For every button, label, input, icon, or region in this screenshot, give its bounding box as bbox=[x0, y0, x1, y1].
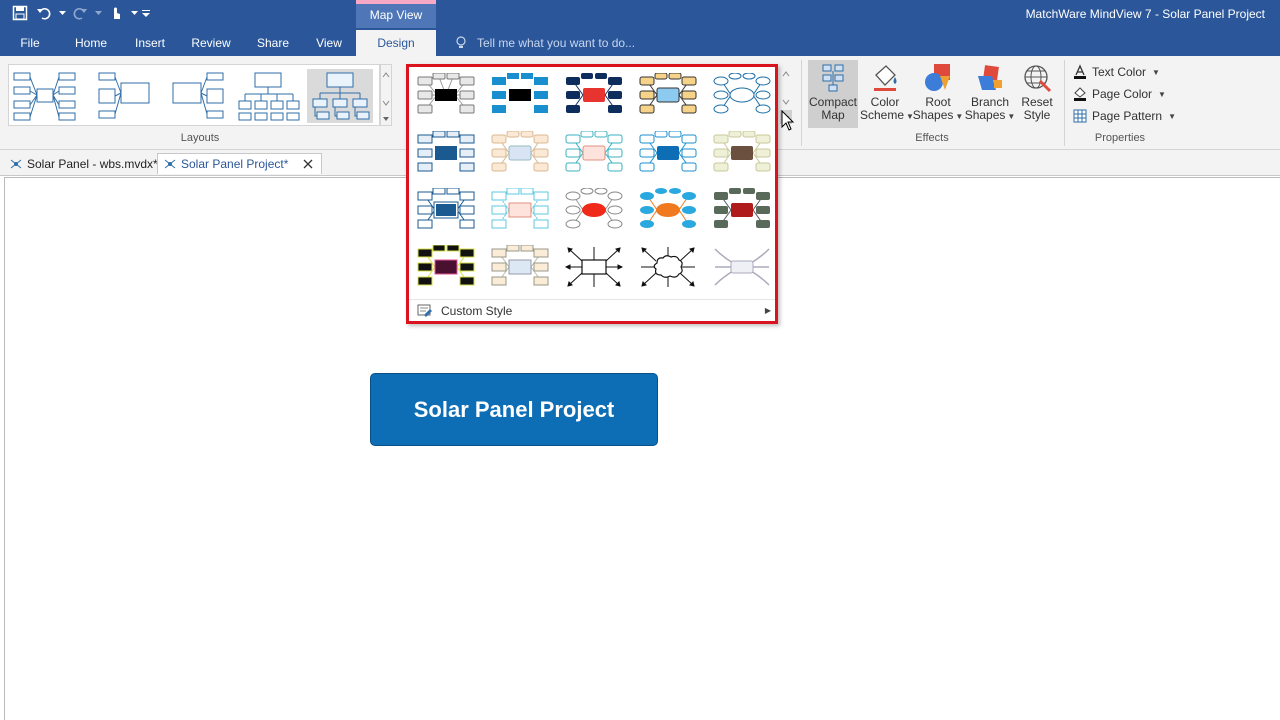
tab-insert[interactable]: Insert bbox=[128, 30, 172, 56]
page-pattern-icon bbox=[1073, 109, 1087, 123]
branch-shapes-button[interactable]: Branch Shapes ▼ bbox=[964, 60, 1016, 128]
title-bar: Map View MatchWare MindView 7 - Solar Pa… bbox=[0, 0, 1280, 56]
custom-style-menu-item[interactable]: Custom Style ▶ bbox=[409, 299, 775, 321]
custom-style-icon bbox=[417, 304, 432, 317]
mindmap-file-icon bbox=[10, 159, 22, 168]
style-option-9[interactable] bbox=[637, 129, 699, 177]
style-option-5[interactable] bbox=[711, 71, 773, 119]
redo-dropdown-icon[interactable] bbox=[94, 3, 102, 23]
reset-style-button[interactable]: Reset Style bbox=[1016, 60, 1058, 128]
tab-design[interactable]: Design bbox=[356, 30, 436, 56]
compact-map-button[interactable]: Compact Map bbox=[808, 60, 858, 128]
style-option-1[interactable] bbox=[415, 71, 477, 119]
branch-shapes-icon bbox=[978, 65, 1002, 90]
close-icon[interactable] bbox=[301, 157, 315, 171]
layout-right-map[interactable] bbox=[91, 69, 157, 123]
context-tab-map-view: Map View bbox=[356, 0, 436, 28]
ribbon-tabs: File Home Insert Review Share View Desig… bbox=[0, 30, 1280, 56]
map-styles-dropdown: Custom Style ▶ bbox=[406, 64, 778, 324]
layout-left-map[interactable] bbox=[167, 69, 233, 123]
chevron-right-icon: ▶ bbox=[764, 306, 771, 315]
style-option-3[interactable] bbox=[563, 71, 625, 119]
root-shapes-icon bbox=[925, 64, 950, 91]
paint-bucket-icon bbox=[874, 65, 897, 91]
layouts-gallery bbox=[8, 64, 380, 126]
tab-file[interactable]: File bbox=[12, 30, 48, 56]
touch-mode-icon[interactable] bbox=[106, 3, 126, 23]
undo-dropdown-icon[interactable] bbox=[58, 3, 66, 23]
tab-review[interactable]: Review bbox=[186, 30, 236, 56]
chevron-down-icon: ▼ bbox=[1158, 89, 1166, 99]
text-color-button[interactable]: Text Color ▼ bbox=[1072, 62, 1160, 82]
doc-tab-solar-panel-project[interactable]: Solar Panel Project* bbox=[157, 153, 323, 174]
color-scheme-button[interactable]: Color Scheme ▼ bbox=[860, 60, 914, 128]
style-option-17[interactable] bbox=[489, 243, 551, 291]
style-option-13[interactable] bbox=[563, 186, 625, 234]
style-option-6[interactable] bbox=[415, 129, 477, 177]
doc-tab-wbs[interactable]: Solar Panel - wbs.mvdx* bbox=[4, 153, 164, 174]
root-shapes-button[interactable]: Root Shapes ▼ bbox=[912, 60, 964, 128]
redo-icon[interactable] bbox=[70, 3, 90, 23]
chevron-down-icon: ▼ bbox=[955, 112, 964, 121]
quick-access-toolbar bbox=[10, 3, 150, 23]
mouse-cursor-icon bbox=[781, 110, 795, 131]
root-topic[interactable]: Solar Panel Project bbox=[370, 373, 658, 446]
mindmap-file-icon bbox=[164, 159, 176, 169]
ribbon-separator bbox=[801, 60, 802, 146]
properties-group-label: Properties bbox=[1094, 132, 1146, 144]
customize-qat-icon[interactable] bbox=[142, 3, 150, 23]
style-option-15[interactable] bbox=[711, 186, 773, 234]
layouts-gallery-scroll[interactable] bbox=[380, 64, 392, 126]
style-option-12[interactable] bbox=[489, 186, 551, 234]
page-color-button[interactable]: Page Color ▼ bbox=[1072, 84, 1166, 104]
style-option-4[interactable] bbox=[637, 71, 699, 119]
effects-group-label: Effects bbox=[915, 132, 949, 144]
style-option-14[interactable] bbox=[637, 186, 699, 234]
style-option-18[interactable] bbox=[563, 243, 625, 291]
app-title: MatchWare MindView 7 - Solar Panel Proje… bbox=[1025, 7, 1265, 21]
chevron-down-icon: ▼ bbox=[1168, 111, 1176, 121]
layout-org-chart[interactable] bbox=[307, 69, 373, 123]
style-option-7[interactable] bbox=[489, 129, 551, 177]
compact-map-icon bbox=[822, 64, 844, 92]
style-option-10[interactable] bbox=[711, 129, 773, 177]
tell-me-search[interactable]: Tell me what you want to do... bbox=[455, 30, 635, 56]
text-color-icon bbox=[1074, 64, 1086, 79]
page-color-icon bbox=[1074, 87, 1086, 101]
style-option-19[interactable] bbox=[637, 243, 699, 291]
style-option-20[interactable] bbox=[711, 243, 773, 291]
save-icon[interactable] bbox=[10, 3, 30, 23]
style-option-2[interactable] bbox=[489, 71, 551, 119]
lightbulb-icon bbox=[456, 36, 466, 48]
style-option-16[interactable] bbox=[415, 243, 477, 291]
page-pattern-button[interactable]: Page Pattern ▼ bbox=[1072, 106, 1176, 126]
layout-top-down[interactable] bbox=[235, 69, 301, 123]
layout-mind-map[interactable] bbox=[11, 69, 77, 123]
tab-home[interactable]: Home bbox=[68, 30, 114, 56]
style-option-11[interactable] bbox=[415, 186, 477, 234]
touch-dropdown-icon[interactable] bbox=[130, 3, 138, 23]
undo-icon[interactable] bbox=[34, 3, 54, 23]
tell-me-placeholder: Tell me what you want to do... bbox=[477, 36, 636, 50]
tab-share[interactable]: Share bbox=[250, 30, 296, 56]
ribbon-separator bbox=[1064, 60, 1065, 146]
layouts-group-label: Layouts bbox=[180, 132, 220, 144]
tab-view[interactable]: View bbox=[308, 30, 350, 56]
reset-style-icon bbox=[1024, 65, 1052, 93]
chevron-down-icon: ▼ bbox=[1007, 112, 1016, 121]
mindview-window: Map View MatchWare MindView 7 - Solar Pa… bbox=[0, 0, 1280, 720]
style-option-8[interactable] bbox=[563, 129, 625, 177]
chevron-down-icon: ▼ bbox=[1152, 67, 1160, 77]
